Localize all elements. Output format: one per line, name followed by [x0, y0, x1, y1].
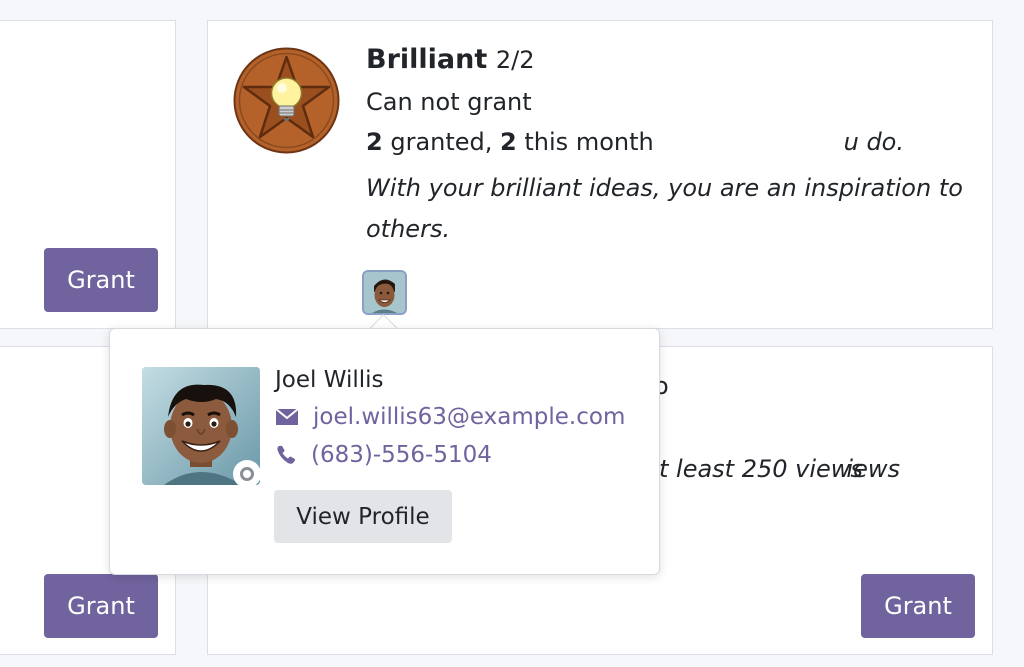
badge-description: With your brilliant ideas, you are an in… — [366, 174, 963, 243]
lightbulb-star-badge-icon — [233, 47, 340, 154]
view-profile-button[interactable]: View Profile — [274, 490, 452, 543]
phone-icon — [277, 445, 296, 464]
grant-button[interactable]: Grant — [44, 574, 158, 638]
badge-description-partial: t least 250 views — [659, 455, 863, 483]
badge-description-partial: u do. — [843, 128, 904, 156]
badge-count: 2/2 — [495, 46, 535, 74]
month-label: this month — [524, 128, 654, 156]
badge-name: Brilliant — [366, 44, 488, 75]
owner-avatar[interactable] — [362, 270, 407, 315]
presence-offline-icon — [233, 460, 261, 488]
envelope-icon — [275, 408, 299, 425]
user-popover: Joel Willis joel.willis63@example.com (6… — [109, 328, 660, 575]
user-phone[interactable]: (683)-556-5104 — [311, 442, 492, 468]
badge-title: Brilliant 2/2 — [366, 44, 534, 75]
user-name: Joel Willis — [275, 367, 384, 393]
badge-stats: 2 granted, 2 this month — [366, 128, 654, 156]
grant-button[interactable]: Grant — [44, 248, 158, 312]
grant-button[interactable]: Grant — [861, 574, 975, 638]
user-email-link[interactable]: joel.willis63@example.com — [275, 404, 625, 430]
user-email[interactable]: joel.willis63@example.com — [313, 404, 625, 430]
badge-status: Can not grant — [366, 88, 532, 116]
granted-label: granted, — [390, 128, 493, 156]
month-count: 2 — [500, 128, 517, 156]
granted-count: 2 — [366, 128, 383, 156]
user-phone-link[interactable]: (683)-556-5104 — [275, 442, 492, 468]
